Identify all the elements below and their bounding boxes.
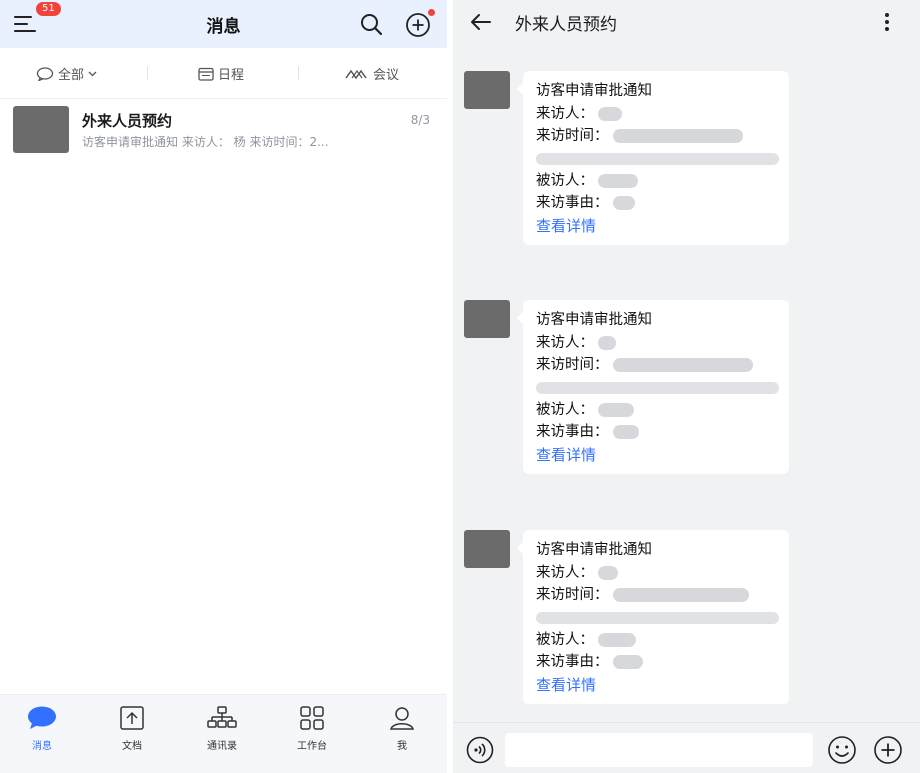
- nav-profile[interactable]: 我: [372, 705, 432, 752]
- redacted-time: [612, 358, 753, 372]
- redacted-visitor: [598, 106, 622, 121]
- add-icon[interactable]: [873, 735, 903, 765]
- avatar: [464, 300, 510, 338]
- redacted-host: [598, 402, 634, 417]
- visit-time-row: 来访时间：: [536, 125, 789, 148]
- redacted-reason: [612, 425, 639, 439]
- list-item[interactable]: 外来人员预约 8/3 访客申请审批通知 来访人： 杨 来访时间：2...: [0, 100, 447, 164]
- redacted-block: [536, 611, 779, 624]
- host-label: 被访人：: [536, 401, 594, 418]
- reason-row: 来访事由：: [536, 651, 789, 674]
- redacted-visitor: [598, 335, 616, 350]
- redacted-visitor: [598, 565, 618, 580]
- redacted-host: [598, 632, 636, 647]
- message-list-pane: 51 消息 全部 日程 会议 外来人员预约 8/3 访客申请审批通知 来访人： …: [0, 0, 447, 773]
- input-bar: [453, 722, 920, 773]
- host-row: 被访人：: [536, 399, 789, 422]
- redacted-block: [536, 152, 779, 165]
- filter-calendar-label: 日程: [218, 68, 245, 83]
- filter-meeting[interactable]: 会议: [345, 64, 399, 83]
- filter-all-label: 全部: [58, 68, 85, 83]
- nav-workspace[interactable]: 工作台: [282, 705, 342, 752]
- chevron-down-icon: [88, 71, 97, 76]
- visit-time-row: 来访时间：: [536, 584, 789, 607]
- back-arrow-icon[interactable]: [469, 10, 493, 34]
- redacted-time: [612, 588, 749, 602]
- view-details-link[interactable]: 查看详情: [536, 215, 789, 237]
- nav-messages-label: 消息: [32, 741, 52, 752]
- workspace-icon: [300, 706, 324, 730]
- message-card[interactable]: 访客申请审批通知 来访人： 来访时间： 被访人： 来访事由： 查看详情: [517, 530, 789, 704]
- reason-row: 来访事由：: [536, 192, 789, 215]
- reason-label: 来访事由：: [536, 195, 609, 211]
- filter-meeting-label: 会议: [373, 68, 400, 83]
- visit-time-label: 来访时间：: [536, 128, 609, 144]
- visitor-label: 来访人：: [536, 564, 594, 581]
- redacted-reason: [612, 655, 643, 669]
- chat-bubble-icon: [36, 66, 54, 81]
- visitor-label: 来访人：: [536, 334, 594, 351]
- conversation-name: 外来人员预约: [82, 112, 173, 130]
- visit-time-row: 来访时间：: [536, 354, 789, 377]
- nav-messages[interactable]: 消息: [12, 705, 72, 752]
- calendar-icon: [198, 67, 214, 81]
- chat-pane: 外来人员预约 访客申请审批通知 来访人： 来访时间： 被访人： 来访事由： 查看…: [453, 0, 920, 773]
- card-title: 访客申请审批通知: [536, 542, 652, 558]
- nav-profile-label: 我: [397, 741, 407, 752]
- redacted-time: [612, 129, 743, 143]
- avatar: [13, 106, 69, 153]
- message-card[interactable]: 访客申请审批通知 来访人： 来访时间： 被访人： 来访事由： 查看详情: [517, 71, 789, 245]
- card-title: 访客申请审批通知: [536, 83, 652, 99]
- meeting-icon: [345, 69, 367, 79]
- message-icon: [28, 706, 56, 729]
- search-icon[interactable]: [360, 13, 382, 35]
- more-vertical-icon[interactable]: [883, 11, 891, 33]
- filter-calendar[interactable]: 日程: [198, 64, 244, 83]
- nav-workspace-label: 工作台: [297, 741, 327, 752]
- nav-docs-label: 文档: [122, 741, 142, 752]
- notification-dot: [428, 9, 435, 16]
- chat-header: 外来人员预约: [453, 0, 920, 44]
- avatar: [464, 71, 510, 109]
- emoji-icon[interactable]: [827, 735, 857, 765]
- nav-contacts-label: 通讯录: [207, 741, 237, 752]
- filter-all[interactable]: 全部: [36, 64, 97, 83]
- reason-label: 来访事由：: [536, 424, 609, 440]
- view-details-link[interactable]: 查看详情: [536, 674, 789, 696]
- conversation-time: 8/3: [410, 113, 430, 127]
- view-details-link[interactable]: 查看详情: [536, 444, 789, 466]
- bottom-nav: 消息 文档 通讯录 工作台 我: [0, 694, 447, 773]
- host-label: 被访人：: [536, 631, 594, 648]
- host-row: 被访人：: [536, 170, 789, 193]
- voice-icon[interactable]: [466, 736, 494, 764]
- chat-title: 外来人员预约: [515, 15, 617, 35]
- conversation-preview: 访客申请审批通知 来访人： 杨 来访时间：2...: [82, 135, 329, 149]
- host-label: 被访人：: [536, 172, 594, 189]
- nav-docs[interactable]: 文档: [102, 705, 162, 752]
- visitor-row: 来访人：: [536, 332, 789, 355]
- redacted-block: [536, 381, 779, 394]
- top-bar: 51 消息: [0, 0, 447, 48]
- filter-bar: 全部 日程 会议: [0, 48, 447, 99]
- message-input[interactable]: [505, 733, 813, 767]
- document-icon: [120, 706, 144, 730]
- redacted-reason: [612, 196, 635, 210]
- visitor-row: 来访人：: [536, 103, 789, 126]
- host-row: 被访人：: [536, 629, 789, 652]
- add-circle-icon[interactable]: [405, 12, 431, 38]
- reason-label: 来访事由：: [536, 654, 609, 670]
- message-card[interactable]: 访客申请审批通知 来访人： 来访时间： 被访人： 来访事由： 查看详情: [517, 300, 789, 474]
- nav-contacts[interactable]: 通讯录: [192, 705, 252, 752]
- reason-row: 来访事由：: [536, 421, 789, 444]
- visitor-label: 来访人：: [536, 105, 594, 122]
- visit-time-label: 来访时间：: [536, 357, 609, 373]
- contacts-icon: [207, 706, 237, 728]
- profile-icon: [390, 707, 414, 730]
- visit-time-label: 来访时间：: [536, 587, 609, 603]
- avatar: [464, 530, 510, 568]
- redacted-host: [598, 173, 638, 188]
- card-title: 访客申请审批通知: [536, 312, 652, 328]
- visitor-row: 来访人：: [536, 562, 789, 585]
